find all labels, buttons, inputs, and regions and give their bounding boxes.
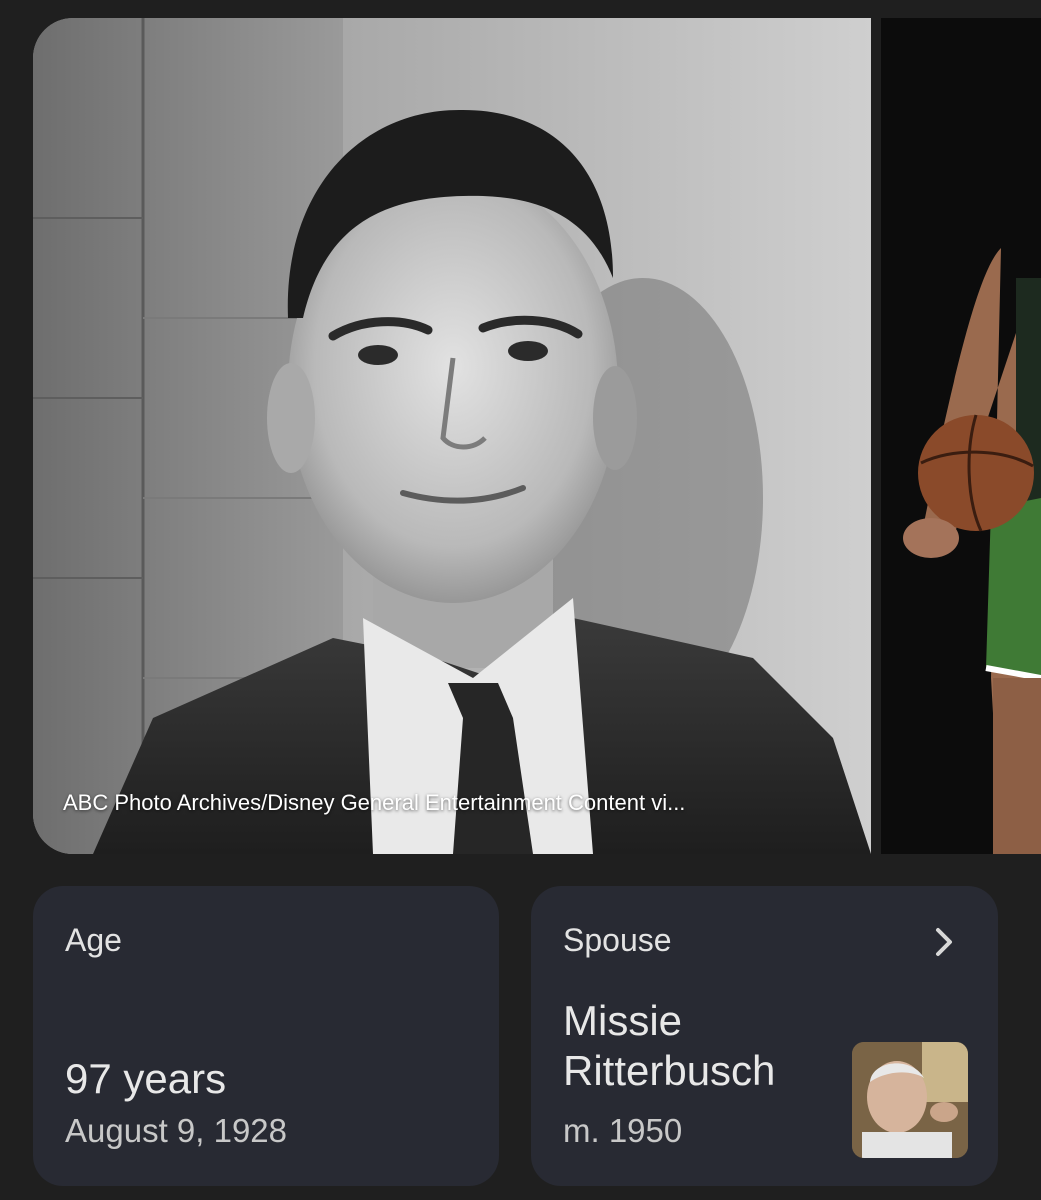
marriage-year: m. 1950 — [563, 1112, 683, 1149]
spouse-name-first: Missie — [563, 997, 683, 1044]
chevron-right-icon[interactable] — [930, 924, 958, 960]
spouse-name-last: Ritterbusch — [563, 1047, 776, 1094]
spouse-card[interactable]: Spouse Missie Ritterbusch m. 1950 — [531, 886, 998, 1186]
knowledge-panel: ABC Photo Archives/Disney General Entert… — [0, 0, 1041, 1200]
spouse-photo-image — [852, 1042, 968, 1158]
basketball-player-image — [881, 18, 1041, 854]
age-label: Age — [65, 922, 122, 958]
spouse-label: Spouse — [563, 922, 672, 958]
second-photo[interactable] — [881, 18, 1041, 854]
photo-caption: ABC Photo Archives/Disney General Entert… — [63, 790, 686, 815]
image-carousel[interactable]: ABC Photo Archives/Disney General Entert… — [0, 18, 1041, 854]
spouse-thumbnail[interactable] — [852, 1042, 968, 1158]
birth-date: August 9, 1928 — [65, 1112, 288, 1149]
age-value: 97 years — [65, 1055, 227, 1102]
age-card[interactable]: Age 97 years August 9, 1928 — [33, 886, 499, 1186]
main-photo[interactable]: ABC Photo Archives/Disney General Entert… — [33, 18, 871, 854]
portrait-image — [33, 18, 871, 854]
spouse-name[interactable]: Missie Ritterbusch — [563, 996, 843, 1096]
